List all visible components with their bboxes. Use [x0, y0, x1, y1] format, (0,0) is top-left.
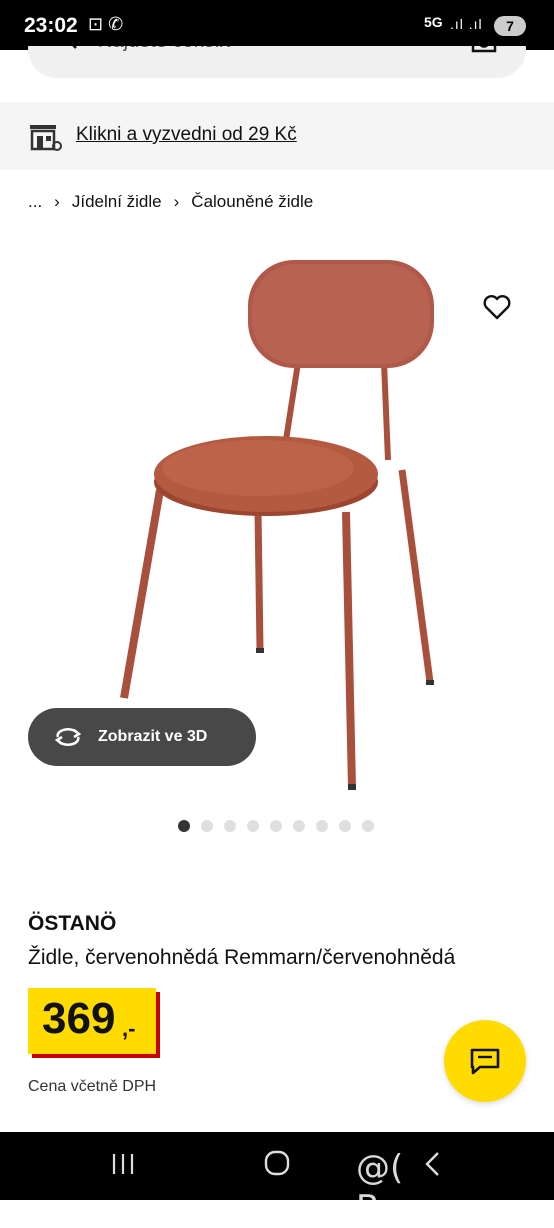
gallery-dot[interactable]	[339, 820, 351, 832]
gallery-dot[interactable]	[270, 820, 282, 832]
gallery-dot[interactable]	[224, 820, 236, 832]
breadcrumb-item-dining-chairs[interactable]: Jídelní židle	[72, 192, 162, 212]
breadcrumb-ellipsis[interactable]: ...	[28, 192, 42, 212]
battery-indicator: 7	[494, 16, 526, 36]
gallery-dot[interactable]	[362, 820, 374, 832]
view-3d-button[interactable]: Zobrazit ve 3D	[28, 708, 256, 766]
chevron-right-icon: ›	[54, 192, 60, 211]
status-time-label: 23:02	[24, 14, 78, 37]
chevron-right-icon: ›	[173, 192, 180, 211]
status-app-icons: ⊡ ✆	[88, 14, 124, 34]
nav-back-icon[interactable]	[422, 1150, 442, 1178]
price-suffix: ,-	[122, 1016, 136, 1041]
network-label: 5G	[424, 14, 443, 30]
product-description: Židle, červenohnědá Remmarn/červenohnědá	[28, 946, 456, 969]
breadcrumb: ... › Jídelní židle › Čalouněné židle	[28, 192, 313, 212]
chat-icon	[470, 1048, 500, 1075]
nav-home-icon[interactable]	[264, 1150, 290, 1176]
store-icon	[30, 125, 62, 151]
view-3d-label: Zobrazit ve 3D	[98, 728, 208, 745]
heart-icon[interactable]	[482, 292, 512, 322]
gallery-dot[interactable]	[316, 820, 328, 832]
vat-note: Cena včetně DPH	[28, 1078, 157, 1095]
product-name: ÖSTANÖ	[28, 912, 117, 935]
watermark: @( Bazos.cz	[356, 1148, 504, 1228]
gallery-dot[interactable]	[201, 820, 213, 832]
pickup-link[interactable]: Klikni a vyzvedni od 29 Kč	[76, 124, 297, 146]
gallery-dot[interactable]	[178, 820, 190, 832]
nav-recent-icon[interactable]	[110, 1152, 136, 1176]
gallery-dot[interactable]	[293, 820, 305, 832]
breadcrumb-item-upholstered-chairs[interactable]: Čalouněné židle	[191, 192, 313, 212]
gallery-pagination	[178, 820, 374, 832]
gallery-dot[interactable]	[247, 820, 259, 832]
price-value: 369	[42, 994, 116, 1043]
rotate-3d-icon	[54, 728, 82, 746]
signal-bars-icon: .ıl .ıl	[450, 16, 483, 32]
